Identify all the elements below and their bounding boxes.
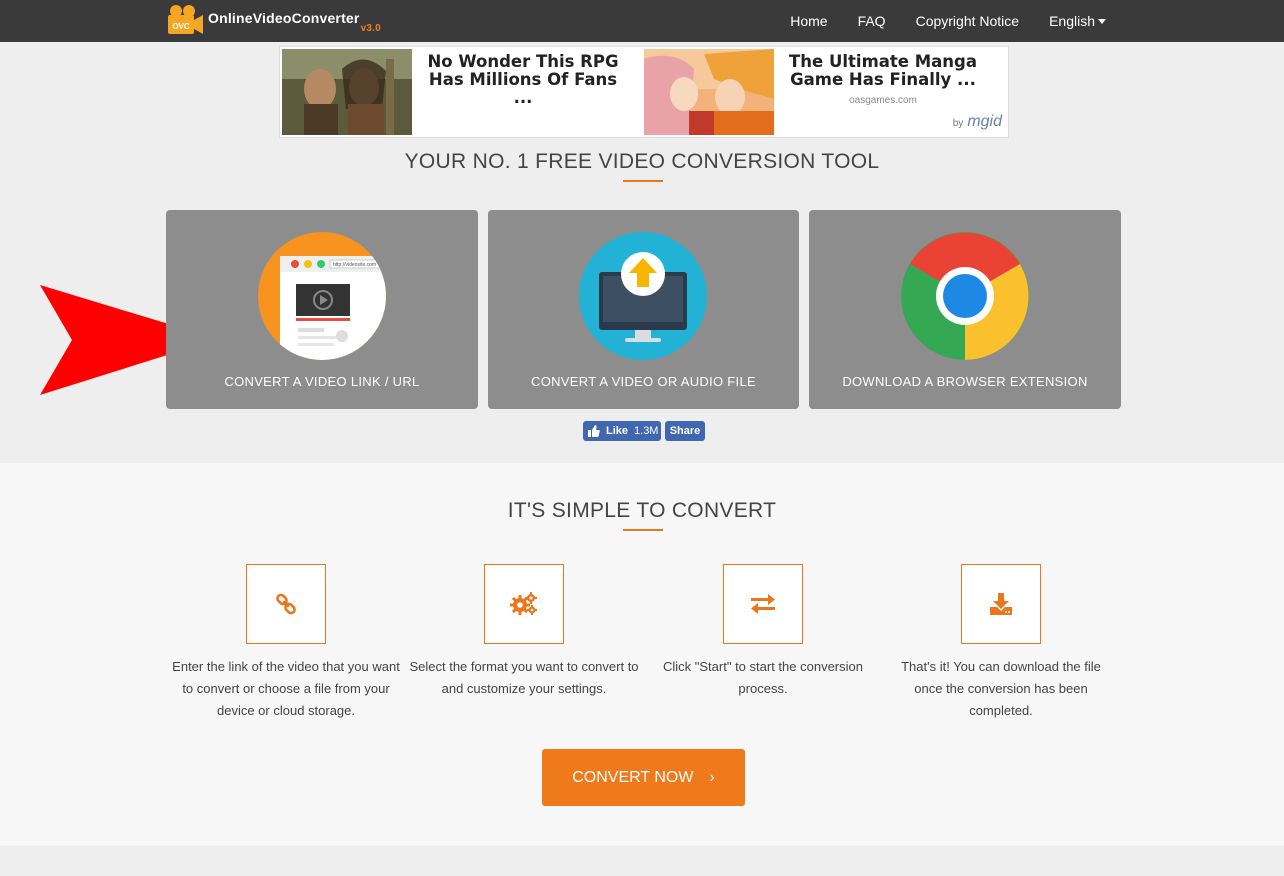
browser-extension-card[interactable]: DOWNLOAD A BROWSER EXTENSION [809, 210, 1121, 409]
logo-badge-text: OVC [172, 22, 190, 31]
logo-word-online: Online [208, 10, 253, 26]
language-label: English [1049, 13, 1095, 29]
chevron-right-icon: › [709, 768, 715, 786]
nav-links: Home FAQ Copyright Notice English [760, 0, 1106, 42]
nav-copyright-notice[interactable]: Copyright Notice [916, 13, 1020, 29]
chrome-icon [901, 232, 1029, 360]
ad-item-rpg[interactable]: No Wonder This RPG Has Millions Of Fans … [282, 49, 642, 135]
caret-down-icon [1098, 18, 1106, 24]
step-format-text: Select the format you want to convert to… [409, 659, 639, 696]
convert-now-label: CONVERT NOW [572, 768, 694, 786]
facebook-share-label: Share [669, 425, 701, 437]
hero-title-underline [623, 180, 663, 182]
gears-icon [510, 592, 537, 615]
facebook-share-button[interactable]: Share [665, 421, 705, 441]
logo-word-converter: Converter [291, 10, 360, 26]
browser-extension-label: DOWNLOAD A BROWSER EXTENSION [842, 374, 1088, 389]
ad-source: oasgames.com [849, 95, 917, 106]
mgid-logo: mgid [967, 113, 1002, 130]
browser-video-icon: http://videosite.com [258, 232, 386, 360]
ad-image-rpg [282, 49, 412, 135]
convert-file-label: CONVERT A VIDEO OR AUDIO FILE [531, 374, 756, 389]
ad-title-manga[interactable]: The Ultimate Manga Game Has Finally ... [778, 53, 988, 89]
step-link-box [246, 564, 326, 644]
advertisement-banner: No Wonder This RPG Has Millions Of Fans … [279, 46, 1009, 138]
simple-title-underline [623, 529, 663, 531]
step-start-text: Click "Start" to start the conversion pr… [663, 659, 863, 696]
nav-home[interactable]: Home [790, 13, 827, 29]
ad-by-text: by [952, 118, 964, 129]
upload-monitor-icon [579, 232, 707, 360]
step-download-box [961, 564, 1041, 644]
step-start-box [723, 564, 803, 644]
logo-text: OnlineVideoConverterv3.0 [208, 10, 381, 34]
download-icon [990, 593, 1012, 615]
ad-image-manga [644, 49, 774, 135]
hero-title: YOUR NO. 1 FREE VIDEO CONVERSION TOOL [404, 150, 880, 173]
convert-now-button[interactable]: CONVERT NOW › [542, 749, 745, 806]
step-link-text: Enter the link of the video that you wan… [172, 659, 400, 718]
top-navbar: OVC OnlineVideoConverterv3.0 Home FAQ Co… [0, 0, 1284, 42]
logo-version: v3.0 [360, 23, 381, 34]
language-dropdown[interactable]: English [1049, 13, 1106, 29]
url-bar-text: http://videosite.com [333, 262, 376, 268]
step-download-text: That's it! You can download the file onc… [901, 659, 1101, 718]
logo-word-video: Video [252, 10, 292, 26]
convert-link-label: CONVERT A VIDEO LINK / URL [224, 374, 420, 389]
step-format-box [484, 564, 564, 644]
site-logo[interactable]: OVC OnlineVideoConverterv3.0 [166, 3, 381, 37]
convert-file-card[interactable]: CONVERT A VIDEO OR AUDIO FILE [488, 210, 799, 409]
thumbs-up-icon [588, 425, 600, 437]
exchange-icon [751, 594, 775, 614]
facebook-like-label: Like [606, 425, 629, 437]
ad-title-rpg[interactable]: No Wonder This RPG Has Millions Of Fans … [418, 53, 628, 107]
facebook-like-count: 1.3M [634, 425, 659, 437]
ad-attribution[interactable]: by mgid [953, 113, 1002, 131]
camera-logo-icon: OVC [166, 4, 204, 36]
facebook-like-button[interactable]: Like 1.3M [583, 421, 661, 441]
link-icon [276, 593, 296, 615]
simple-title: IT'S SIMPLE TO CONVERT [507, 499, 777, 522]
convert-link-card[interactable]: http://videosite.com CONVERT A VIDEO LIN… [166, 210, 478, 409]
nav-faq[interactable]: FAQ [858, 13, 886, 29]
